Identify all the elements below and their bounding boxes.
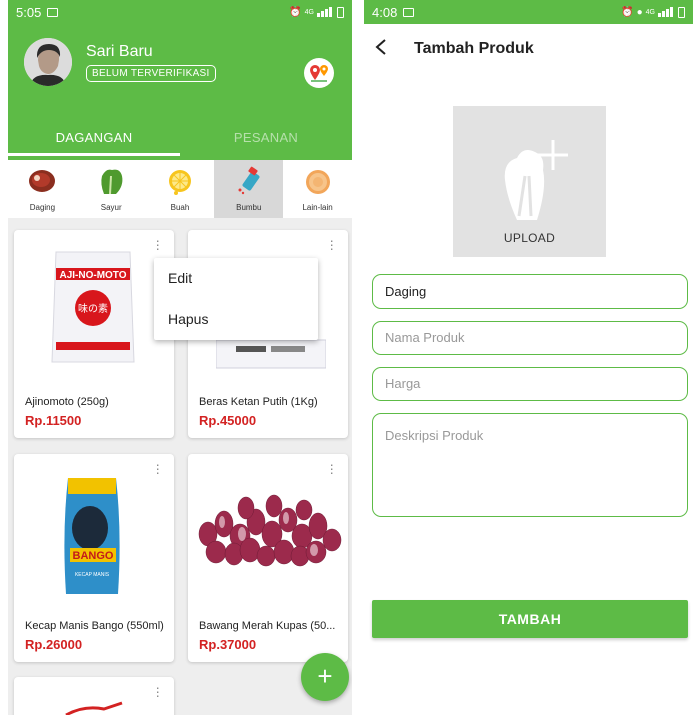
category-sayur[interactable]: Sayur — [77, 160, 146, 218]
location-icon: ● — [636, 6, 643, 18]
kecap-bango-image: BANGO KECAP MANIS — [64, 478, 120, 594]
menu-item-delete[interactable]: Hapus — [154, 299, 318, 340]
user-name: Sari Baru — [86, 42, 153, 60]
category-label: Buah — [170, 203, 190, 212]
category-label: Lain-lain — [302, 203, 333, 212]
description-textarea[interactable]: Deskripsi Produk — [372, 413, 688, 517]
bango-sub-text: KECAP MANIS — [75, 572, 110, 578]
location-button[interactable] — [304, 58, 334, 88]
product-price: Rp.45000 — [199, 413, 257, 428]
alarm-icon: ⏰ — [289, 6, 302, 18]
battery-icon — [337, 6, 344, 18]
category-label: Bumbu — [236, 203, 262, 212]
product-card[interactable]: · · · — [14, 677, 174, 715]
vegetable-icon — [94, 165, 128, 197]
other-icon — [301, 165, 335, 197]
ajinomoto-image: AJI-NO-MOTO 味の素 — [51, 251, 135, 363]
more-options-icon[interactable]: · · · — [155, 457, 160, 479]
bango-brand-text: BANGO — [73, 550, 114, 562]
more-options-icon[interactable]: · · · — [155, 233, 160, 255]
product-card[interactable]: · · · AJI-NO-MOTO 味の素 Ajinomoto (250g) Rp.… — [14, 230, 174, 438]
upload-image-button[interactable]: UPLOAD — [453, 106, 606, 257]
verification-badge: BELUM TERVERIFIKASI — [86, 64, 216, 82]
tab-pesanan[interactable]: PESANAN — [180, 120, 352, 156]
4g-icon: 4G — [645, 8, 655, 16]
vegetable-add-icon — [504, 140, 568, 220]
menu-item-edit[interactable]: Edit — [154, 258, 318, 299]
user-photo — [24, 38, 72, 86]
page-title: Tambah Produk — [414, 40, 534, 57]
product-card[interactable]: · · · BANGO KECAP MANIS Kecap Manis Bango … — [14, 454, 174, 662]
product-name: Beras Ketan Putih (1Kg) — [199, 396, 318, 408]
category-select[interactable]: Daging — [372, 274, 688, 309]
submit-button[interactable]: TAMBAH — [372, 600, 688, 638]
category-label: Daging — [29, 203, 56, 212]
add-product-button[interactable]: + — [301, 653, 349, 701]
add-product-screen: 4:08 ⏰ ● 4G Tambah Produk UPLOAD Daging … — [364, 0, 693, 715]
category-bar: Daging Sayur Buah Bumbu Lain-lain — [8, 160, 352, 218]
product-price: Rp.11500 — [25, 413, 82, 428]
price-input[interactable]: Harga — [372, 367, 688, 401]
category-buah[interactable]: Buah — [146, 160, 215, 218]
category-daging[interactable]: Daging — [8, 160, 77, 218]
status-icons: ⏰ ● 4G — [621, 6, 685, 18]
signal-icon — [317, 7, 332, 17]
more-options-icon[interactable]: · · · — [329, 457, 334, 479]
bawang-merah-image — [198, 494, 342, 567]
signal-icon — [658, 7, 673, 17]
product-price: Rp.26000 — [25, 637, 83, 652]
app-bar: Tambah Produk — [364, 24, 693, 74]
category-label: Sayur — [100, 203, 122, 212]
map-pin-icon — [310, 65, 328, 82]
product-list-screen: 5:05 ⏰ 4G Sari Baru BELUM TERVERIFIKASI … — [8, 0, 352, 715]
battery-icon — [678, 6, 685, 18]
status-time: 5:05 — [16, 4, 42, 20]
back-arrow-icon[interactable] — [374, 36, 400, 62]
more-options-icon[interactable]: · · · — [329, 233, 334, 255]
status-time: 4:08 — [372, 4, 398, 20]
fruit-icon — [163, 165, 197, 197]
status-bar: 5:05 ⏰ 4G — [8, 0, 352, 24]
ajinomoto-brand-text: AJI-NO-MOTO — [59, 270, 126, 281]
upload-label: UPLOAD — [503, 231, 556, 245]
alarm-icon: ⏰ — [621, 6, 634, 18]
tab-dagangan[interactable]: DAGANGAN — [8, 120, 180, 156]
category-lain-lain[interactable]: Lain-lain — [283, 160, 352, 218]
product-name: Bawang Merah Kupas (50... — [199, 620, 336, 632]
product-name: Kecap Manis Bango (550ml) — [25, 620, 164, 632]
user-profile: Sari Baru BELUM TERVERIFIKASI — [24, 38, 216, 86]
product-name-input[interactable]: Nama Produk — [372, 321, 688, 355]
product-image — [65, 701, 123, 715]
beras-ketan-image — [216, 339, 326, 369]
4g-icon: 4G — [304, 8, 314, 16]
image-icon — [47, 7, 59, 17]
category-bumbu[interactable]: Bumbu — [214, 160, 284, 218]
status-bar: 4:08 ⏰ ● 4G — [364, 0, 693, 24]
ajinomoto-kanji-text: 味の素 — [78, 302, 108, 315]
product-price: Rp.37000 — [199, 637, 257, 652]
product-name: Ajinomoto (250g) — [25, 396, 109, 408]
spice-icon — [232, 165, 266, 197]
product-card[interactable]: · · · Bawang Merah Kupas (50... Rp.37000 — [188, 454, 348, 662]
header: 5:05 ⏰ 4G Sari Baru BELUM TERVERIFIKASI … — [8, 0, 352, 160]
image-icon — [403, 7, 415, 17]
more-options-icon[interactable]: · · · — [155, 680, 160, 702]
meat-icon — [25, 165, 59, 197]
avatar[interactable] — [24, 38, 72, 86]
tab-bar: DAGANGAN PESANAN — [8, 120, 352, 156]
product-options-menu: Edit Hapus — [154, 258, 318, 340]
status-icons: ⏰ 4G — [289, 6, 344, 18]
